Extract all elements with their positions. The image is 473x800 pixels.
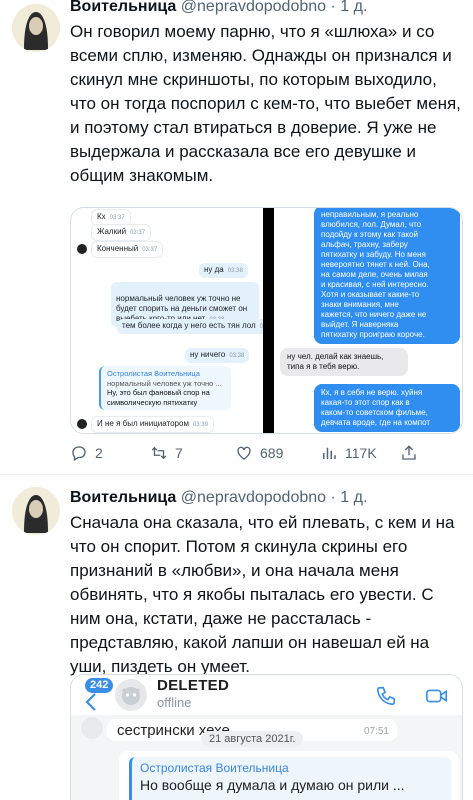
tweet-actions: 2 7 689 117K (70, 441, 465, 465)
tweet-media-screenshot[interactable]: 242 DELETED offline сестрински хехе 07:5… (70, 674, 463, 800)
deleted-account-avatar (81, 717, 103, 739)
back-arrow-icon (85, 693, 96, 711)
quote-text: нормальный человек уж точно ... (107, 378, 222, 388)
tweet-text: Он говорил моему парню, что я «шлюха» и … (70, 22, 461, 185)
retweet-button[interactable]: 7 (150, 441, 183, 465)
message-time: 03:38 (229, 353, 245, 359)
contact-status: offline (157, 695, 192, 710)
message-text: И не я был инициатором (97, 419, 189, 428)
date-chip: 21 августа 2021г. (201, 731, 304, 747)
view-count: 117K (345, 445, 377, 461)
message-time: 03:37 (142, 247, 158, 253)
message-text: Жалкий (97, 227, 127, 236)
chat-message: И не я был инициатором 03:39 (91, 416, 214, 433)
tweet-1[interactable]: Воительница @nepravdopodobno · 1 д. Он г… (0, 0, 473, 474)
separator-dot: · (330, 0, 336, 15)
reply-button[interactable]: 2 (70, 441, 103, 465)
message-time: 03:37 (130, 230, 146, 236)
message-time: 03:38 (227, 268, 243, 274)
author-name[interactable]: Воительница (70, 0, 176, 15)
chat-message: ну чел. делай как знаешь, типа я в тебя … (280, 348, 408, 376)
tweet-time[interactable]: 1 д. (340, 0, 367, 15)
author-avatar[interactable] (12, 4, 60, 52)
reply-text: Ну, это был фановый спор на символическу… (107, 388, 210, 407)
message-text: ну ничего (190, 350, 226, 359)
author-avatar[interactable] (12, 487, 60, 535)
like-count: 689 (260, 445, 284, 461)
message-text: Кх (97, 212, 106, 221)
chat-header: 242 DELETED offline (71, 675, 462, 715)
chat-message: ну да 03:38 (199, 263, 248, 278)
chat-message: тем более когда у него есть тян лол03:38 (117, 319, 280, 334)
chat-message: Остролистая Воительница Но вообще я дума… (119, 751, 459, 800)
views-chart-icon (323, 447, 336, 459)
tweet-header: Воительница @nepravdopodobno · 1 д. (70, 0, 367, 17)
chat-screenshot-left: Кх 03:37 Жалкий 03:37 Конченный 03:37 ну да… (71, 208, 280, 433)
retweet-icon (151, 446, 167, 460)
chat-message: неправильным, я реально влюбился, лол. Д… (314, 208, 460, 344)
message-text: ну да (204, 265, 224, 274)
chat-message: ну ничего 03:38 (185, 348, 250, 363)
chat-message: Конченный 03:37 (91, 241, 164, 258)
quote-author: Остролистая Воительница (140, 761, 289, 775)
tweet-media-screenshot[interactable]: Кх 03:37 Жалкий 03:37 Конченный 03:37 ну да… (70, 207, 463, 434)
reply-quote: Остролистая Воительница Но вообще я дума… (129, 757, 451, 800)
share-icon (402, 445, 416, 460)
message-text: Конченный (97, 244, 139, 253)
phone-icon (376, 686, 396, 706)
chat-message: Кх, я в себя не верю. хуйня какая-то это… (314, 384, 460, 432)
message-time: 07:51 (363, 726, 389, 737)
tweet-header: Воительница @nepravdopodobno · 1 д. (70, 488, 367, 508)
views-button[interactable]: 117K (320, 441, 377, 465)
tweet-time[interactable]: 1 д. (340, 489, 367, 506)
author-handle[interactable]: @nepravdopodobno (181, 489, 326, 506)
message-time: 03:39 (192, 422, 208, 428)
chat-message: Жалкий 03:37 (91, 224, 152, 241)
quote-author: Остролистая Воительница (107, 369, 200, 378)
quote-text: Но вообще я думала и думаю он рили ... (140, 777, 405, 793)
deleted-account-avatar (115, 679, 147, 711)
separator-dot: · (330, 489, 336, 506)
share-button[interactable] (400, 441, 418, 465)
author-handle[interactable]: @nepravdopodobno (181, 0, 326, 15)
message-time: 03:37 (109, 215, 125, 221)
contact-avatar-icon (77, 419, 87, 429)
retweet-count: 7 (175, 445, 183, 461)
video-camera-icon (426, 689, 448, 703)
contact-avatar-icon (77, 244, 87, 254)
reply-quote: Остролистая Воительница нормальный челов… (99, 366, 231, 410)
heart-icon (237, 446, 251, 460)
reply-icon (72, 446, 86, 461)
reply-count: 2 (95, 445, 103, 461)
author-name[interactable]: Воительница (70, 489, 176, 506)
tweet-text: Сначала она сказала, что ей плевать, с к… (70, 513, 455, 676)
chat-screenshot-right: неправильным, я реально влюбился, лол. Д… (274, 208, 462, 433)
message-text: тем более когда у него есть тян лол (122, 321, 256, 330)
unread-badge: 242 (85, 678, 114, 693)
contact-name: DELETED (157, 677, 230, 694)
like-button[interactable]: 689 (235, 441, 283, 465)
